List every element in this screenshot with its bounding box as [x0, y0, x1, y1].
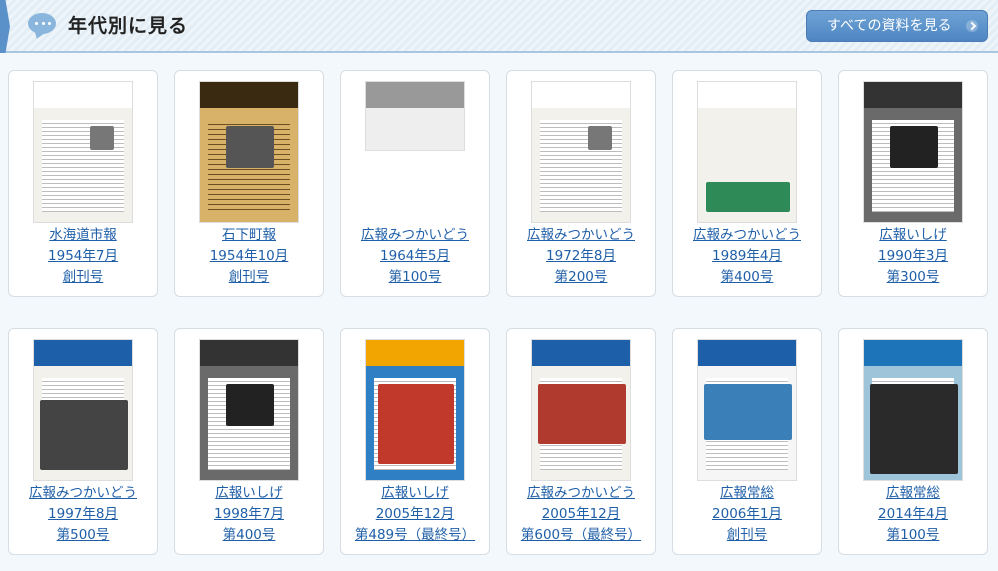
- issue-date-link[interactable]: 1972年8月: [546, 248, 616, 264]
- issue-date-link[interactable]: 1989年4月: [712, 248, 782, 264]
- issue-card[interactable]: 広報常総 2014年4月 第100号: [838, 328, 988, 555]
- speech-bubble-icon: [28, 13, 56, 34]
- view-all-label: すべての資料を見る: [827, 18, 952, 34]
- issue-name-link[interactable]: 石下町報: [222, 227, 276, 243]
- issue-cover-thumbnail[interactable]: [199, 339, 299, 481]
- issue-card[interactable]: 広報みつかいどう 2005年12月第600号（最終号）: [506, 328, 656, 555]
- issue-name-link[interactable]: 広報常総: [886, 485, 940, 501]
- issue-cover-thumbnail[interactable]: [365, 81, 465, 151]
- issue-name-link[interactable]: 広報常総: [720, 485, 774, 501]
- issue-cover-thumbnail[interactable]: [365, 339, 465, 481]
- issue-cover-thumbnail[interactable]: [199, 81, 299, 223]
- issue-date-link[interactable]: 2014年4月: [878, 506, 948, 522]
- header-accent: [0, 0, 10, 53]
- issue-card[interactable]: 広報みつかいどう 1964年5月 第100号: [340, 70, 490, 297]
- issue-name-link[interactable]: 広報みつかいどう: [29, 485, 137, 501]
- issue-number-link[interactable]: 第300号: [887, 269, 940, 285]
- issue-date-link[interactable]: 2005年12月: [542, 506, 621, 522]
- issue-cover-thumbnail[interactable]: [863, 339, 963, 481]
- issue-caption: 石下町報 1954年10月 創刊号: [179, 225, 319, 288]
- issue-date-link[interactable]: 1964年5月: [380, 248, 450, 264]
- issue-date-link[interactable]: 1954年7月: [48, 248, 118, 264]
- issue-cover-thumbnail[interactable]: [531, 81, 631, 223]
- issue-date-link[interactable]: 2005年12月: [376, 506, 455, 522]
- issue-cover-thumbnail[interactable]: [33, 81, 133, 223]
- issue-number-link[interactable]: 第489号（最終号）: [355, 527, 475, 543]
- issue-card[interactable]: 水海道市報 1954年7月 創刊号: [8, 70, 158, 297]
- issue-number-link[interactable]: 第200号: [555, 269, 608, 285]
- issue-caption: 広報みつかいどう 1997年8月 第500号: [13, 483, 153, 546]
- issue-cover-thumbnail[interactable]: [863, 81, 963, 223]
- issue-card[interactable]: 広報常総 2006年1月 創刊号: [672, 328, 822, 555]
- view-all-materials-button[interactable]: すべての資料を見る: [806, 10, 988, 42]
- issue-name-link[interactable]: 広報いしげ: [215, 485, 283, 501]
- issue-date-link[interactable]: 2006年1月: [712, 506, 782, 522]
- issue-name-link[interactable]: 広報いしげ: [381, 485, 449, 501]
- issue-number-link[interactable]: 第600号（最終号）: [521, 527, 641, 543]
- issue-date-link[interactable]: 1997年8月: [48, 506, 118, 522]
- issue-cover-thumbnail[interactable]: [697, 81, 797, 223]
- issue-number-link[interactable]: 第100号: [389, 269, 442, 285]
- issue-name-link[interactable]: 広報いしげ: [879, 227, 947, 243]
- issue-cover-thumbnail[interactable]: [531, 339, 631, 481]
- issue-caption: 広報みつかいどう 2005年12月第600号（最終号）: [511, 483, 651, 546]
- issue-caption: 水海道市報 1954年7月 創刊号: [13, 225, 153, 288]
- issue-number-link[interactable]: 創刊号: [63, 269, 104, 285]
- issue-caption: 広報常総 2006年1月 創刊号: [677, 483, 817, 546]
- issue-name-link[interactable]: 広報みつかいどう: [361, 227, 469, 243]
- issue-card[interactable]: 広報いしげ 2005年12月第489号（最終号）: [340, 328, 490, 555]
- issue-name-link[interactable]: 広報みつかいどう: [527, 227, 635, 243]
- issue-caption: 広報いしげ 1998年7月 第400号: [179, 483, 319, 546]
- issue-card[interactable]: 広報いしげ 1998年7月 第400号: [174, 328, 324, 555]
- issue-card[interactable]: 石下町報 1954年10月 創刊号: [174, 70, 324, 297]
- issue-name-link[interactable]: 広報みつかいどう: [527, 485, 635, 501]
- issue-caption: 広報みつかいどう 1964年5月 第100号: [345, 225, 485, 288]
- issue-caption: 広報みつかいどう 1989年4月 第400号: [677, 225, 817, 288]
- issue-number-link[interactable]: 第500号: [57, 527, 110, 543]
- issue-number-link[interactable]: 第100号: [887, 527, 940, 543]
- issue-card[interactable]: 広報いしげ 1990年3月 第300号: [838, 70, 988, 297]
- issue-number-link[interactable]: 創刊号: [229, 269, 270, 285]
- section-title: 年代別に見る: [68, 15, 189, 37]
- issue-name-link[interactable]: 広報みつかいどう: [693, 227, 801, 243]
- issue-date-link[interactable]: 1998年7月: [214, 506, 284, 522]
- issue-number-link[interactable]: 第400号: [721, 269, 774, 285]
- issue-caption: 広報常総 2014年4月 第100号: [843, 483, 983, 546]
- issue-cover-thumbnail[interactable]: [33, 339, 133, 481]
- issue-card[interactable]: 広報みつかいどう 1989年4月 第400号: [672, 70, 822, 297]
- issue-number-link[interactable]: 創刊号: [727, 527, 768, 543]
- issue-caption: 広報みつかいどう 1972年8月 第200号: [511, 225, 651, 288]
- issue-name-link[interactable]: 水海道市報: [49, 227, 117, 243]
- issue-card[interactable]: 広報みつかいどう 1997年8月 第500号: [8, 328, 158, 555]
- section-header: 年代別に見る すべての資料を見る: [0, 0, 998, 53]
- issue-caption: 広報いしげ 1990年3月 第300号: [843, 225, 983, 288]
- chevron-right-icon: [966, 20, 978, 32]
- issue-date-link[interactable]: 1990年3月: [878, 248, 948, 264]
- issue-date-link[interactable]: 1954年10月: [210, 248, 289, 264]
- issue-caption: 広報いしげ 2005年12月第489号（最終号）: [345, 483, 485, 546]
- issue-card[interactable]: 広報みつかいどう 1972年8月 第200号: [506, 70, 656, 297]
- issue-number-link[interactable]: 第400号: [223, 527, 276, 543]
- issue-cover-thumbnail[interactable]: [697, 339, 797, 481]
